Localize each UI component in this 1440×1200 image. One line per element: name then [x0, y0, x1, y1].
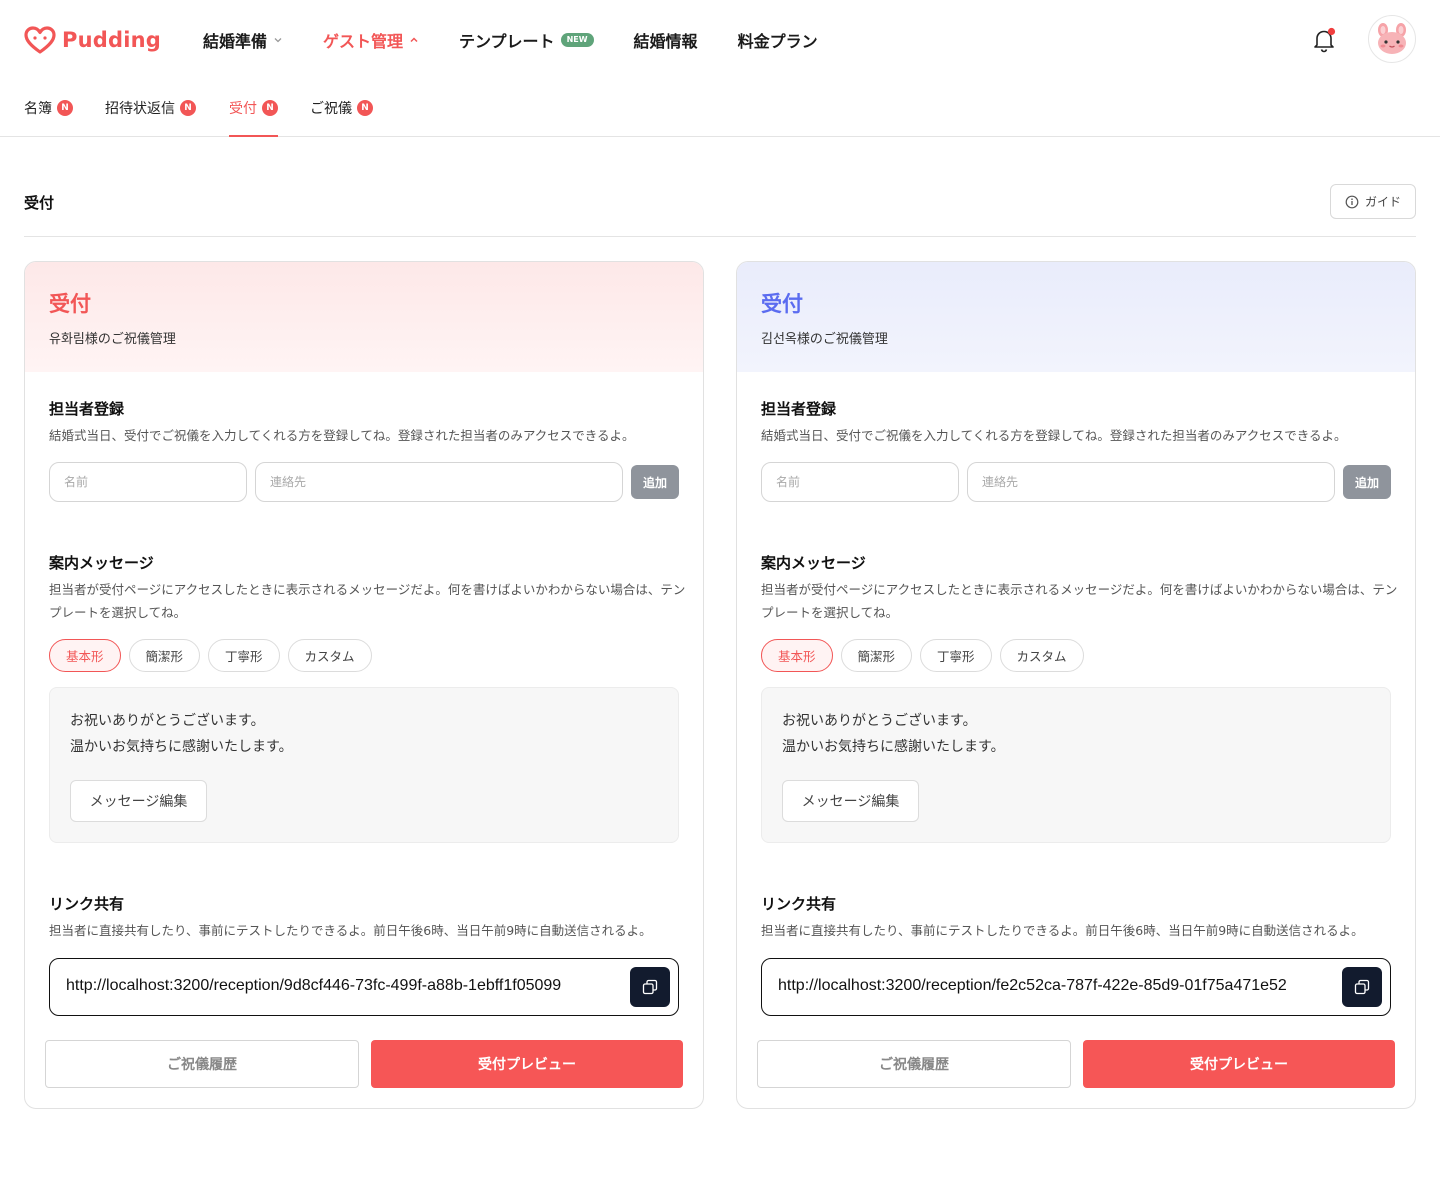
tab-guest-list[interactable]: 名簿 N — [24, 98, 73, 137]
gift-history-button[interactable]: ご祝儀履歴 — [757, 1040, 1071, 1088]
chevron-up-icon — [410, 37, 418, 43]
tab-label: 招待状返信 — [105, 101, 175, 117]
template-chip-simple[interactable]: 簡潔形 — [840, 639, 913, 672]
tab-label: 受付 — [229, 101, 257, 117]
staff-contact-input[interactable] — [967, 462, 1335, 502]
template-chips: 基本形 簡潔形 丁寧形 カスタム — [49, 639, 372, 672]
tab-gifts[interactable]: ご祝儀 N — [310, 98, 373, 137]
message-section-title: 案内メッセージ — [761, 554, 866, 572]
staff-section-desc: 結婚式当日、受付でご祝儀を入力してくれる方を登録してね。登録された担当者のみアク… — [49, 428, 635, 443]
nav-label: 結婚準備 — [203, 32, 268, 51]
main-nav: 結婚準備 ゲスト管理 テンプレート NEW 結婚情報 料金プラン — [203, 28, 858, 52]
template-chip-basic[interactable]: 基本形 — [49, 639, 121, 672]
guide-label: ガイド — [1364, 195, 1401, 209]
add-staff-button[interactable]: 追加 — [631, 465, 679, 499]
tab-label: ご祝儀 — [310, 101, 352, 117]
share-url-text: http://localhost:3200/reception/fe2c52ca… — [778, 977, 1287, 994]
staff-section-title: 担当者登録 — [49, 400, 125, 418]
template-chip-custom[interactable]: カスタム — [287, 639, 372, 672]
nav-wedding-prep[interactable]: 結婚準備 — [203, 28, 283, 52]
edit-message-button[interactable]: メッセージ編集 — [70, 780, 207, 822]
new-dot-badge: N — [180, 100, 196, 116]
tab-label: 名簿 — [24, 101, 52, 117]
share-url-text: http://localhost:3200/reception/9d8cf446… — [66, 977, 562, 994]
message-preview-box: お祝いありがとうございます。 温かいお気持ちに感謝いたします。 メッセージ編集 — [49, 687, 679, 843]
edit-message-button[interactable]: メッセージ編集 — [782, 780, 919, 822]
new-dot-badge: N — [57, 100, 73, 116]
card-header: 受付 유화림様のご祝儀管理 — [25, 262, 703, 372]
card-subtitle: 김선옥様のご祝儀管理 — [761, 332, 888, 347]
message-section-desc: 担当者が受付ページにアクセスしたときに表示されるメッセージだよ。何を書けばよいか… — [761, 582, 1398, 620]
card-title: 受付 — [761, 292, 803, 316]
template-chip-basic[interactable]: 基本形 — [761, 639, 833, 672]
page-divider — [24, 236, 1416, 237]
sub-nav: 名簿 N 招待状返信 N 受付 N ご祝儀 N — [0, 80, 1440, 137]
reception-card-groom: 受付 김선옥様のご祝儀管理 担当者登録 結婚式当日、受付でご祝儀を入力してくれる… — [736, 261, 1416, 1109]
message-body: お祝いありがとうございます。 温かいお気持ちに感謝いたします。 — [782, 713, 1005, 755]
user-avatar[interactable] — [1368, 15, 1416, 63]
template-chip-polite[interactable]: 丁寧形 — [920, 639, 992, 672]
message-preview-box: お祝いありがとうございます。 温かいお気持ちに感謝いたします。 メッセージ編集 — [761, 687, 1391, 843]
bunny-avatar-icon — [1378, 23, 1406, 54]
bell-icon — [1314, 27, 1336, 53]
reception-card-bride: 受付 유화림様のご祝儀管理 担当者登録 結婚式当日、受付でご祝儀を入力してくれる… — [24, 261, 704, 1109]
copy-icon — [642, 979, 658, 995]
info-icon — [1345, 195, 1359, 208]
nav-label: ゲスト管理 — [323, 32, 404, 51]
staff-contact-input[interactable] — [255, 462, 623, 502]
staff-section-desc: 結婚式当日、受付でご祝儀を入力してくれる方を登録してね。登録された担当者のみアク… — [761, 428, 1347, 443]
template-chip-custom[interactable]: カスタム — [999, 639, 1084, 672]
new-badge: NEW — [560, 33, 594, 47]
nav-templates[interactable]: テンプレート NEW — [459, 28, 594, 52]
brand-name: Pudding — [62, 28, 161, 52]
staff-name-input[interactable] — [761, 462, 959, 502]
link-section-title: リンク共有 — [761, 895, 837, 913]
staff-name-input[interactable] — [49, 462, 247, 502]
add-staff-button[interactable]: 追加 — [1343, 465, 1391, 499]
copy-icon — [1354, 979, 1370, 995]
copy-url-button[interactable] — [1342, 967, 1382, 1007]
card-title: 受付 — [49, 292, 91, 316]
link-section-title: リンク共有 — [49, 895, 125, 913]
share-url-field[interactable]: http://localhost:3200/reception/fe2c52ca… — [761, 958, 1391, 1016]
staff-section-title: 担当者登録 — [761, 400, 837, 418]
gift-history-button[interactable]: ご祝儀履歴 — [45, 1040, 359, 1088]
heart-logo-icon — [24, 26, 56, 54]
message-section-title: 案内メッセージ — [49, 554, 154, 572]
chevron-down-icon — [274, 38, 282, 43]
nav-label: 料金プラン — [737, 32, 818, 51]
reception-preview-button[interactable]: 受付プレビュー — [371, 1040, 683, 1088]
message-section-desc: 担当者が受付ページにアクセスしたときに表示されるメッセージだよ。何を書けばよいか… — [49, 582, 686, 620]
template-chip-polite[interactable]: 丁寧形 — [208, 639, 280, 672]
nav-guest-management[interactable]: ゲスト管理 — [323, 28, 419, 52]
new-dot-badge: N — [357, 100, 373, 116]
top-header: Pudding 結婚準備 ゲスト管理 テンプレート NEW 結婚情報 料金プラン — [0, 0, 1440, 80]
tab-rsvp[interactable]: 招待状返信 N — [105, 98, 196, 137]
nav-label: 結婚情報 — [633, 32, 698, 51]
nav-pricing[interactable]: 料金プラン — [738, 28, 818, 52]
link-section-desc: 担当者に直接共有したり、事前にテストしたりできるよ。前日午後6時、当日午前9時に… — [49, 923, 652, 938]
card-header: 受付 김선옥様のご祝儀管理 — [737, 262, 1415, 372]
template-chip-simple[interactable]: 簡潔形 — [128, 639, 201, 672]
reception-preview-button[interactable]: 受付プレビュー — [1083, 1040, 1395, 1088]
copy-url-button[interactable] — [630, 967, 670, 1007]
template-chips: 基本形 簡潔形 丁寧形 カスタム — [761, 639, 1084, 672]
card-subtitle: 유화림様のご祝儀管理 — [49, 332, 176, 347]
message-body: お祝いありがとうございます。 温かいお気持ちに感謝いたします。 — [70, 713, 293, 755]
new-dot-badge: N — [262, 100, 278, 116]
page-title: 受付 — [24, 194, 55, 212]
brand-logo[interactable]: Pudding — [24, 26, 161, 54]
nav-wedding-info[interactable]: 結婚情報 — [634, 28, 698, 52]
share-url-field[interactable]: http://localhost:3200/reception/9d8cf446… — [49, 958, 679, 1016]
guide-button[interactable]: ガイド — [1330, 184, 1416, 219]
tab-reception[interactable]: 受付 N — [229, 98, 278, 137]
notification-button[interactable] — [1310, 26, 1338, 54]
nav-label: テンプレート — [459, 32, 555, 51]
link-section-desc: 担当者に直接共有したり、事前にテストしたりできるよ。前日午後6時、当日午前9時に… — [761, 923, 1364, 938]
